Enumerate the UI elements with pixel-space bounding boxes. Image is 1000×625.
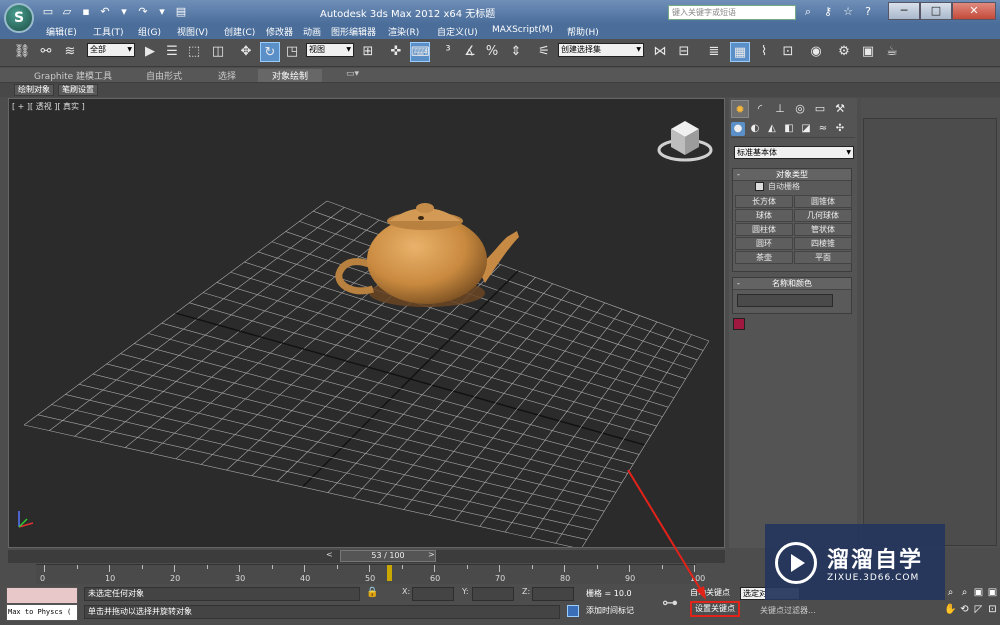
app-window: S ▭ ▱ ▪ ↶ ▾ ↷ ▾ ▤ Autodesk 3ds Max 2012 … [0,0,1000,625]
app-logo-icon[interactable]: S [4,3,34,33]
annotation-arrow [627,469,706,600]
